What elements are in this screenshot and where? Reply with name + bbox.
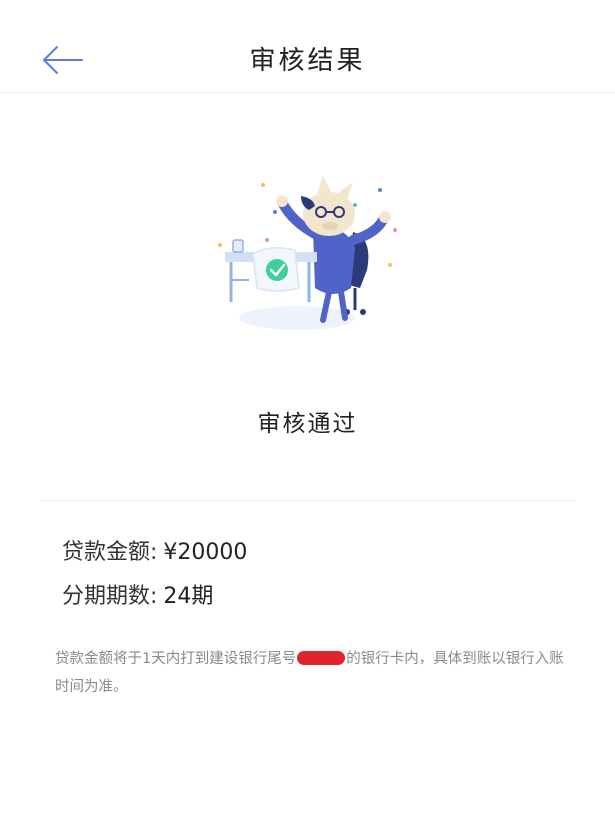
installment-periods-value: 24期 xyxy=(163,584,214,609)
approved-mascot-illustration xyxy=(205,170,405,340)
installment-periods-row: 分期期数: 24期 xyxy=(62,578,213,610)
loan-amount-value: ¥20000 xyxy=(163,540,248,565)
divider xyxy=(40,500,575,501)
redacted-card-number xyxy=(297,651,346,665)
navigation-bar: 审核结果 xyxy=(0,0,615,93)
page-title: 审核结果 xyxy=(249,46,366,76)
installment-periods-label: 分期期数: xyxy=(62,584,158,609)
review-result-page: 审核结果 审核通过 贷款金额: ¥20000 分期期数: 24期 贷款金额将于1… xyxy=(0,0,615,828)
status-title: 审核通过 xyxy=(257,411,358,437)
loan-amount-label: 贷款金额: xyxy=(62,540,158,565)
note-text-part-1: 贷款金额将于1天内打到建设银行尾号 xyxy=(55,651,297,667)
disbursement-note: 贷款金额将于1天内打到建设银行尾号 的银行卡内，具体到账以银行入账时间为准。 xyxy=(55,645,565,701)
loan-amount-row: 贷款金额: ¥20000 xyxy=(62,534,247,566)
